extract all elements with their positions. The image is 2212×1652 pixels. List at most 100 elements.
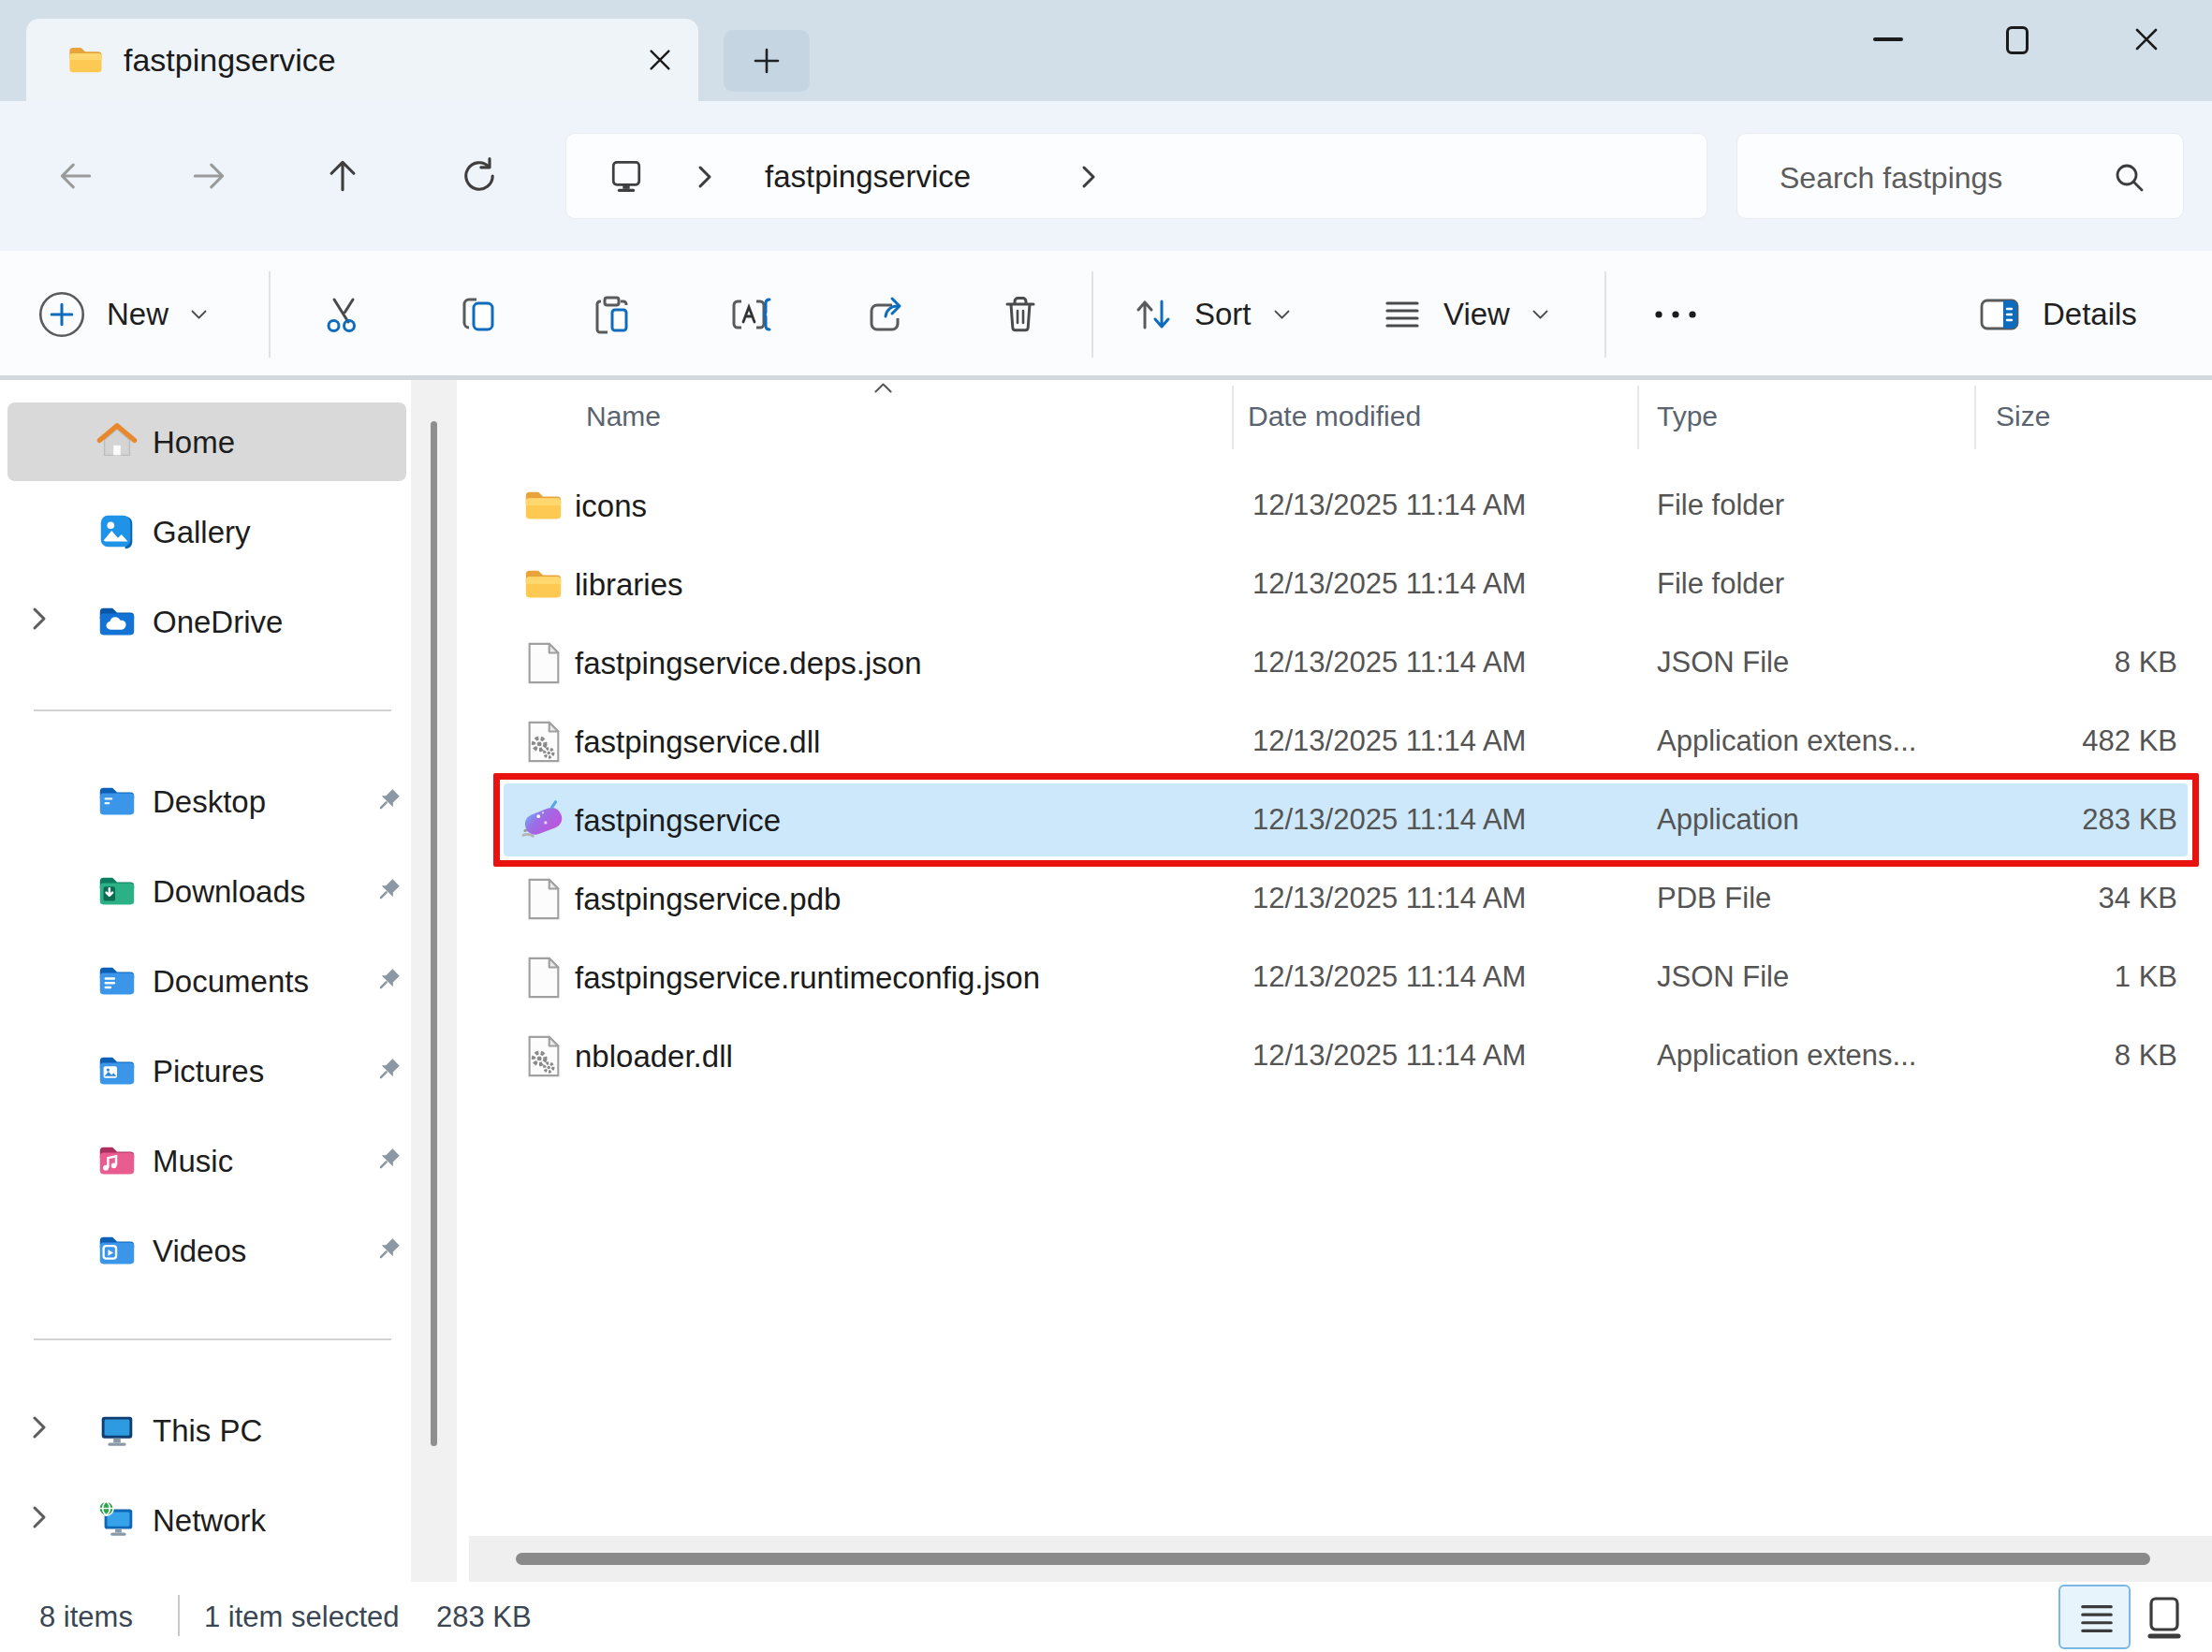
column-separator[interactable] bbox=[1974, 386, 1976, 449]
sidebar-item-this-pc[interactable]: This PC bbox=[7, 1391, 406, 1469]
file-name: libraries bbox=[575, 567, 683, 603]
pin-icon bbox=[371, 964, 404, 998]
videos-icon bbox=[95, 1229, 139, 1272]
chevron-down-icon bbox=[191, 310, 207, 320]
sidebar-item-label: OneDrive bbox=[153, 605, 283, 640]
large-thumbnails-view-icon[interactable] bbox=[2142, 1593, 2187, 1642]
chevron-right-icon[interactable] bbox=[32, 1415, 47, 1443]
horizontal-scrollbar-thumb[interactable] bbox=[516, 1553, 2150, 1565]
view-icon bbox=[1380, 292, 1425, 337]
sidebar-item-label: Music bbox=[153, 1144, 233, 1179]
address-bar[interactable]: fastpingservice bbox=[565, 133, 1707, 219]
copy-button[interactable] bbox=[456, 292, 501, 337]
delete-button[interactable] bbox=[998, 292, 1043, 337]
music-icon bbox=[95, 1139, 139, 1182]
pin-icon bbox=[371, 874, 404, 908]
file-row-fastpingservice.deps.json[interactable]: fastpingservice.deps.json12/13/2025 11:1… bbox=[465, 623, 2212, 702]
file-row-fastpingservice.pdb[interactable]: fastpingservice.pdb12/13/2025 11:14 AMPD… bbox=[465, 859, 2212, 938]
file-date-modified: 12/13/2025 11:14 AM bbox=[1252, 567, 1526, 601]
cut-button[interactable] bbox=[321, 292, 366, 337]
sidebar-item-pictures[interactable]: Pictures bbox=[7, 1031, 406, 1110]
sidebar-scrollbar-thumb[interactable] bbox=[431, 421, 437, 1446]
refresh-button[interactable] bbox=[459, 155, 500, 197]
file-type: File folder bbox=[1657, 567, 1784, 601]
search-box[interactable]: Search fastpings bbox=[1736, 133, 2184, 219]
sort-label: Sort bbox=[1194, 297, 1252, 332]
column-header-type[interactable]: Type bbox=[1657, 401, 1718, 432]
file-type: JSON File bbox=[1657, 646, 1789, 680]
forward-button[interactable] bbox=[188, 155, 229, 197]
column-header-date[interactable]: Date modified bbox=[1248, 401, 1421, 432]
file-name: icons bbox=[575, 489, 647, 524]
file-name: fastpingservice.pdb bbox=[575, 882, 841, 917]
sidebar-item-downloads[interactable]: Downloads bbox=[7, 852, 406, 930]
sidebar-item-documents[interactable]: Documents bbox=[7, 942, 406, 1020]
sidebar-item-network[interactable]: Network bbox=[7, 1481, 406, 1559]
up-button[interactable] bbox=[322, 155, 363, 197]
details-button[interactable]: Details bbox=[1977, 275, 2137, 354]
view-button[interactable]: View bbox=[1380, 275, 1548, 354]
sidebar-item-home[interactable]: Home bbox=[7, 402, 406, 481]
filegear-icon bbox=[521, 1034, 564, 1077]
window-minimize-button[interactable] bbox=[1873, 37, 1903, 41]
sidebar-item-onedrive[interactable]: OneDrive bbox=[7, 582, 406, 661]
back-button[interactable] bbox=[55, 155, 96, 197]
sort-button[interactable]: Sort bbox=[1131, 275, 1290, 354]
more-button[interactable] bbox=[1649, 303, 1702, 326]
tab-close-icon[interactable] bbox=[646, 46, 674, 74]
sidebar-item-gallery[interactable]: Gallery bbox=[7, 492, 406, 571]
breadcrumb[interactable]: fastpingservice bbox=[765, 159, 971, 195]
column-header-size[interactable]: Size bbox=[1996, 401, 2050, 432]
file-row-libraries[interactable]: libraries 12/13/2025 11:14 AM File folder bbox=[465, 545, 2212, 623]
downloads-icon bbox=[95, 870, 139, 913]
file-date-modified: 12/13/2025 11:14 AM bbox=[1252, 646, 1526, 680]
column-separator[interactable] bbox=[1232, 386, 1234, 449]
rename-button[interactable] bbox=[728, 292, 773, 337]
selection-size: 283 KB bbox=[436, 1601, 532, 1634]
items-count: 8 items bbox=[39, 1601, 133, 1634]
file-row-nbloader.dll[interactable]: nbloader.dll12/13/2025 11:14 AMApplicati… bbox=[465, 1016, 2212, 1095]
explorer-tab[interactable]: fastpingservice bbox=[26, 19, 698, 101]
column-header-name[interactable]: Name bbox=[586, 401, 661, 432]
list-view-icon bbox=[2079, 1601, 2115, 1636]
sidebar-item-label: Network bbox=[153, 1503, 266, 1539]
column-separator[interactable] bbox=[1637, 386, 1639, 449]
breadcrumb-chevron-icon bbox=[697, 165, 712, 189]
sidebar-item-desktop[interactable]: Desktop bbox=[7, 762, 406, 841]
folder-icon bbox=[521, 563, 564, 606]
chevron-right-icon[interactable] bbox=[32, 607, 47, 635]
sidebar-item-label: Documents bbox=[153, 964, 309, 1000]
command-toolbar: New Sort View Details bbox=[0, 251, 2212, 380]
new-tab-button[interactable] bbox=[724, 30, 810, 92]
red-highlight-border bbox=[493, 773, 2199, 867]
new-button[interactable]: New bbox=[37, 275, 207, 354]
sidebar-item-videos[interactable]: Videos bbox=[7, 1211, 406, 1290]
file-icon bbox=[521, 641, 564, 684]
search-icon[interactable] bbox=[2112, 160, 2146, 194]
file-row-fastpingservice.dll[interactable]: fastpingservice.dll12/13/2025 11:14 AMAp… bbox=[465, 702, 2212, 781]
navigation-bar: fastpingservice Search fastpings bbox=[0, 101, 2212, 251]
chevron-down-icon bbox=[1532, 310, 1548, 320]
details-view-toggle[interactable] bbox=[2058, 1585, 2131, 1649]
sidebar-item-label: Pictures bbox=[153, 1054, 264, 1089]
toolbar-separator bbox=[269, 271, 271, 358]
file-icon bbox=[521, 877, 564, 920]
file-row-icons[interactable]: icons12/13/2025 11:14 AMFile folder bbox=[465, 466, 2212, 545]
share-button[interactable] bbox=[862, 292, 907, 337]
sort-ascending-icon bbox=[873, 382, 893, 394]
pin-icon bbox=[371, 1054, 404, 1088]
sidebar: Home Gallery OneDrive Desktop Downloads Docum… bbox=[0, 380, 412, 1582]
file-date-modified: 12/13/2025 11:14 AM bbox=[1252, 882, 1526, 915]
paste-button[interactable] bbox=[590, 292, 635, 337]
file-row-fastpingservice[interactable]: fastpingservice12/13/2025 11:14 AMApplic… bbox=[465, 781, 2212, 859]
toolbar-separator bbox=[1091, 271, 1093, 358]
file-row-fastpingservice.runtimeconfig.json[interactable]: fastpingservice.runtimeconfig.json12/13/… bbox=[465, 938, 2212, 1016]
sidebar-item-music[interactable]: Music bbox=[7, 1121, 406, 1200]
file-size: 8 KB bbox=[1832, 646, 2177, 680]
window-close-button[interactable] bbox=[2131, 24, 2161, 54]
window-maximize-button[interactable] bbox=[2006, 26, 2029, 54]
sidebar-item-label: Gallery bbox=[153, 515, 251, 550]
chevron-right-icon[interactable] bbox=[32, 1505, 47, 1533]
monitor-icon bbox=[606, 156, 647, 197]
onedrive-icon bbox=[95, 600, 139, 643]
